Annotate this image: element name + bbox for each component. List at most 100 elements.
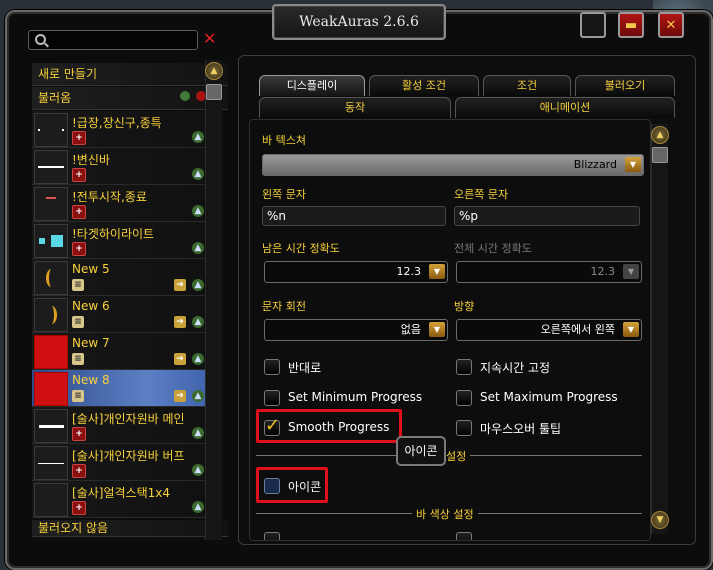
aura-thumbnail — [34, 113, 68, 147]
tab-activation[interactable]: 활성 조건 — [369, 75, 479, 96]
chevron-down-icon[interactable]: ▼ — [429, 322, 445, 337]
orientation-label: 방향 — [454, 300, 475, 313]
bar-color-checkbox-right[interactable] — [456, 532, 472, 540]
aura-name: !급장,장신구,종특 — [72, 116, 162, 130]
highlight-icon — [256, 467, 328, 503]
document-icon[interactable]: ≡ — [72, 390, 84, 402]
loaded-label: 불러옴 — [38, 91, 72, 105]
move-icon[interactable]: ➔ — [174, 390, 186, 402]
aura-name: [술사]얼격스택1x4 — [72, 486, 170, 500]
right-text-input[interactable]: %p — [454, 206, 640, 226]
group-plus-icon[interactable]: + — [72, 242, 86, 256]
aura-name: !전투시작,종료 — [72, 190, 147, 204]
chevron-down-icon[interactable]: ▼ — [623, 264, 639, 279]
left-scrollbar[interactable] — [205, 60, 222, 540]
bar-texture-value: Blizzard — [573, 158, 617, 171]
move-up-icon[interactable]: ▲ — [192, 390, 204, 402]
group-plus-icon[interactable]: + — [72, 501, 86, 515]
aura-row[interactable]: [술사]개인자원바 메인 + ▲ — [32, 407, 222, 444]
new-aura-button[interactable]: 새로 만들기 — [32, 63, 228, 86]
chevron-down-icon[interactable]: ▼ — [625, 157, 641, 172]
aura-name: New 7 — [72, 336, 110, 350]
move-up-icon[interactable]: ▲ — [192, 501, 204, 513]
tab-display[interactable]: 디스플레이 — [259, 75, 365, 96]
move-icon[interactable]: ➔ — [174, 279, 186, 291]
group-plus-icon[interactable]: + — [72, 205, 86, 219]
aura-row[interactable]: !전투시작,종료 + ▲ — [32, 185, 222, 222]
right-text-label: 오른쪽 문자 — [454, 188, 509, 201]
move-up-icon[interactable]: ▲ — [192, 316, 204, 328]
expand-icon[interactable] — [180, 91, 190, 101]
group-plus-icon[interactable]: + — [72, 168, 86, 182]
group-plus-icon[interactable]: + — [72, 427, 86, 441]
document-icon[interactable]: ≡ — [72, 316, 84, 328]
set-min-progress-checkbox[interactable] — [264, 390, 280, 406]
window-title: WeakAuras 2.6.6 — [272, 4, 446, 40]
left-scroll-thumb[interactable] — [206, 84, 222, 100]
mouseover-tooltip-checkbox[interactable] — [456, 420, 472, 436]
document-icon[interactable]: ≡ — [72, 353, 84, 365]
move-up-icon[interactable]: ▲ — [192, 242, 204, 254]
tab-load[interactable]: 불러오기 — [575, 75, 675, 96]
text-rotation-value: 없음 — [400, 323, 421, 336]
new-aura-label: 새로 만들기 — [38, 67, 98, 81]
options-scrollbar[interactable] — [651, 124, 668, 534]
aura-row[interactable]: New 5 ≡ ➔ ▲ — [32, 259, 222, 296]
unloaded-label: 불러오지 않음 — [38, 521, 109, 535]
aura-row[interactable]: !타겟하이라이트 + ▲ — [32, 222, 222, 259]
chevron-down-icon[interactable]: ▼ — [623, 322, 639, 337]
search-input[interactable] — [28, 30, 198, 50]
aura-row[interactable]: New 7 ≡ ➔ ▲ — [32, 333, 222, 370]
aura-name: [술사]개인자원바 버프 — [72, 449, 185, 463]
scroll-up-icon[interactable]: ▲ — [205, 62, 223, 80]
options-scroll-thumb[interactable] — [652, 147, 668, 163]
move-up-icon[interactable]: ▲ — [192, 205, 204, 217]
aura-row[interactable]: !변신바 + ▲ — [32, 148, 222, 185]
set-max-progress-checkbox[interactable] — [456, 390, 472, 406]
minimize-button[interactable]: ▬ — [618, 12, 644, 38]
total-precision-dropdown[interactable]: 12.3 ▼ — [456, 261, 642, 283]
scroll-up-icon[interactable]: ▲ — [651, 126, 669, 144]
icon-tooltip: 아이콘 — [396, 436, 446, 466]
blank-button[interactable] — [580, 12, 606, 38]
aura-thumbnail — [34, 298, 68, 332]
scroll-down-icon[interactable]: ▼ — [651, 511, 669, 529]
move-up-icon[interactable]: ▲ — [192, 353, 204, 365]
left-text-input[interactable]: %n — [262, 206, 446, 226]
remaining-precision-dropdown[interactable]: 12.3 ▼ — [264, 261, 448, 283]
chevron-down-icon[interactable]: ▼ — [429, 264, 445, 279]
move-up-icon[interactable]: ▲ — [192, 464, 204, 476]
group-plus-icon[interactable]: + — [72, 464, 86, 478]
aura-row-selected[interactable]: New 8 ≡ ➔ ▲ — [32, 370, 222, 407]
document-icon[interactable]: ≡ — [72, 279, 84, 291]
group-plus-icon[interactable]: + — [72, 131, 86, 145]
move-up-icon[interactable]: ▲ — [192, 168, 204, 180]
fixed-duration-checkbox[interactable] — [456, 359, 472, 375]
move-up-icon[interactable]: ▲ — [192, 427, 204, 439]
aura-name: !타겟하이라이트 — [72, 227, 155, 241]
aura-thumbnail — [34, 446, 68, 480]
aura-row[interactable]: !급장,장신구,종특 + ▲ — [32, 111, 222, 148]
inverse-checkbox[interactable] — [264, 359, 280, 375]
tab-conditions[interactable]: 조건 — [483, 75, 571, 96]
move-icon[interactable]: ➔ — [174, 316, 186, 328]
text-rotation-dropdown[interactable]: 없음 ▼ — [264, 319, 448, 341]
move-up-icon[interactable]: ▲ — [192, 131, 204, 143]
tab-actions[interactable]: 동작 — [259, 97, 451, 118]
unloaded-header[interactable]: 불러오지 않음 — [32, 520, 228, 537]
bar-texture-label: 바 텍스쳐 — [262, 134, 306, 147]
bar-texture-dropdown[interactable]: Blizzard ▼ — [262, 154, 644, 176]
aura-row[interactable]: [술사]얼격스택1x4 + ▲ — [32, 481, 222, 518]
move-up-icon[interactable]: ▲ — [192, 279, 204, 291]
aura-row[interactable]: [술사]개인자원바 버프 + ▲ — [32, 444, 222, 481]
tab-animation[interactable]: 애니메이션 — [455, 97, 675, 118]
clear-search-icon[interactable]: ✕ — [203, 29, 216, 48]
orientation-dropdown[interactable]: 오른쪽에서 왼쪽 ▼ — [456, 319, 642, 341]
move-icon[interactable]: ➔ — [174, 353, 186, 365]
bar-color-checkbox-left[interactable] — [264, 532, 280, 540]
display-options: 바 텍스쳐 Blizzard ▼ 왼쪽 문자 %n 오른쪽 문자 %p 남은 시… — [249, 119, 651, 541]
loaded-header[interactable]: 불러옴 — [32, 87, 228, 110]
close-button[interactable]: ✕ — [658, 12, 684, 38]
aura-row[interactable]: New 6 ≡ ➔ ▲ — [32, 296, 222, 333]
aura-name: !변신바 — [72, 153, 110, 167]
